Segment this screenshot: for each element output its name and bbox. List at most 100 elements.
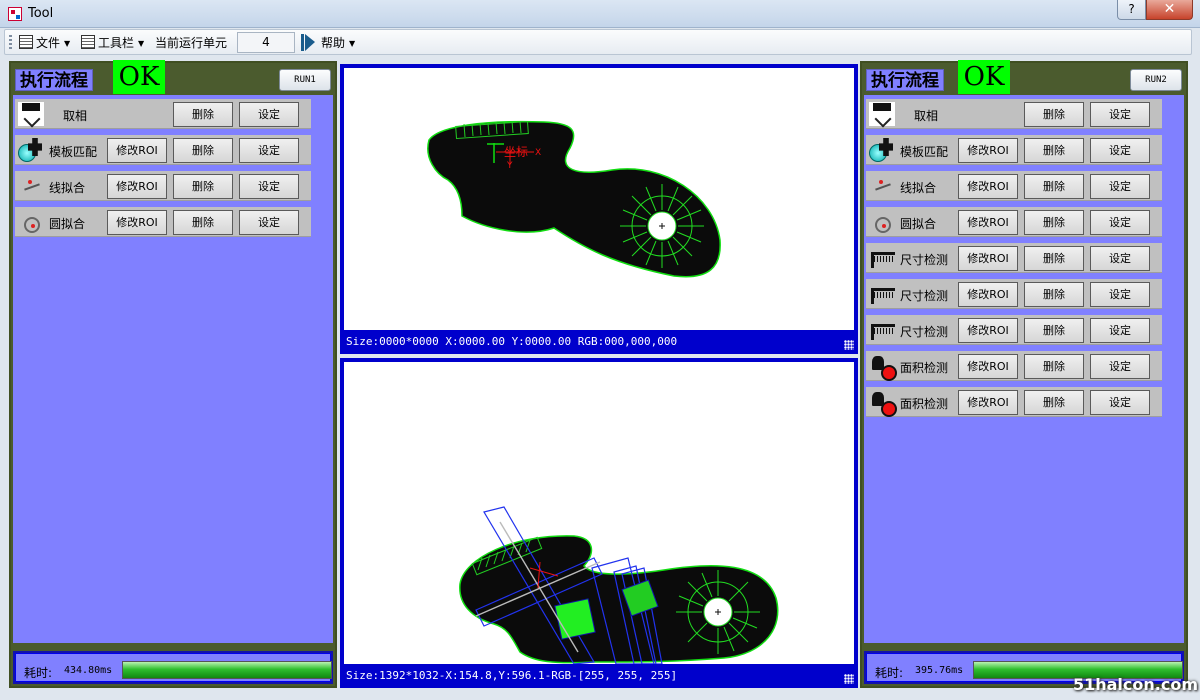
edit-roi-button[interactable]: 修改ROI [958, 318, 1018, 343]
time-label: 耗时: [875, 666, 904, 680]
settings-button[interactable]: 设定 [1090, 210, 1150, 235]
progress-bar [122, 661, 332, 679]
step-row[interactable]: 圆拟合 修改ROI 删除 设定 [866, 207, 1162, 237]
current-unit-input[interactable]: 4 [237, 32, 295, 53]
step-name: 面积检测 [900, 397, 949, 411]
delete-button[interactable]: 删除 [173, 102, 233, 127]
app-icon [8, 7, 22, 21]
settings-button[interactable]: 设定 [1090, 282, 1150, 307]
edit-roi-button[interactable]: 修改ROI [958, 246, 1018, 271]
delete-button[interactable]: 删除 [1024, 318, 1084, 343]
step-row[interactable]: 尺寸检测 修改ROI 删除 设定 [866, 315, 1162, 345]
delete-button[interactable]: 删除 [173, 138, 233, 163]
step-row[interactable]: 尺寸检测 修改ROI 删除 设定 [866, 243, 1162, 273]
area-detect-icon [869, 390, 897, 417]
delete-button[interactable]: 删除 [1024, 390, 1084, 415]
run1-button[interactable]: RUN1 [279, 69, 331, 91]
toolbar-menu[interactable]: 工具栏 ▼ [81, 34, 144, 52]
status-badge: OK [113, 60, 165, 94]
step-name: 圆拟合 [49, 217, 86, 231]
delete-button[interactable]: 删除 [1024, 210, 1084, 235]
image-viewer-bottom: Size:1392*1032-X:154.8,Y:596.1-RGB-[255,… [340, 358, 858, 688]
step-row[interactable]: 面积检测 修改ROI 删除 设定 [866, 351, 1162, 381]
settings-button[interactable]: 设定 [239, 210, 299, 235]
file-menu-label: 文件 [36, 36, 61, 50]
resize-grip-icon[interactable] [844, 340, 854, 350]
step-name: 面积检测 [900, 361, 949, 375]
delete-button[interactable]: 删除 [1024, 246, 1084, 271]
left-process-panel: 执行流程 OK RUN1 取相 删除 设定 模板匹配 修改ROI 删除 设定 线拟合 修改ROI… [9, 60, 337, 688]
step-row[interactable]: 圆拟合 修改ROI 删除 设定 [15, 207, 311, 237]
toolbar-icon [81, 35, 95, 49]
step-row[interactable]: 线拟合 修改ROI 删除 设定 [15, 171, 311, 201]
step-row[interactable]: 面积检测 修改ROI 删除 设定 [866, 387, 1162, 417]
ruler-icon [869, 282, 895, 306]
part-image: 坐标 X Y [427, 120, 721, 278]
step-row[interactable]: 模板匹配 修改ROI 删除 设定 [866, 135, 1162, 165]
edit-roi-button[interactable]: 修改ROI [958, 282, 1018, 307]
settings-button[interactable]: 设定 [239, 138, 299, 163]
edit-roi-button[interactable]: 修改ROI [107, 174, 167, 199]
edit-roi-button[interactable]: 修改ROI [958, 138, 1018, 163]
run-icon[interactable] [301, 34, 315, 51]
delete-button[interactable]: 删除 [1024, 174, 1084, 199]
current-unit-label: 当前运行单元 [155, 36, 228, 50]
edit-roi-button[interactable]: 修改ROI [958, 390, 1018, 415]
help-menu-label: 帮助 [321, 36, 346, 50]
edit-roi-button[interactable]: 修改ROI [958, 354, 1018, 379]
settings-button[interactable]: 设定 [1090, 174, 1150, 199]
step-row[interactable]: 取相 删除 设定 [15, 99, 311, 129]
close-button[interactable]: ✕ [1146, 0, 1193, 20]
step-list: 取相 删除 设定 模板匹配 修改ROI 删除 设定 线拟合 修改ROI 删除 设定 圆拟合 修改ROI 删… [864, 95, 1184, 643]
delete-button[interactable]: 删除 [1024, 282, 1084, 307]
circle-roi-ring [620, 184, 704, 268]
settings-button[interactable]: 设定 [1090, 102, 1150, 127]
settings-button[interactable]: 设定 [239, 174, 299, 199]
help-button[interactable]: ? [1117, 0, 1146, 20]
status-badge: OK [958, 60, 1010, 94]
delete-button[interactable]: 删除 [1024, 354, 1084, 379]
settings-button[interactable]: 设定 [1090, 318, 1150, 343]
step-name: 模板匹配 [900, 145, 949, 159]
area-region [554, 598, 596, 640]
delete-button[interactable]: 删除 [1024, 102, 1084, 127]
settings-button[interactable]: 设定 [1090, 390, 1150, 415]
toolbar: 文件 ▼ 工具栏 ▼ 当前运行单元 4 帮助 ▼ [4, 29, 1192, 55]
time-value: 395.76ms [915, 665, 964, 676]
step-name: 圆拟合 [900, 217, 937, 231]
edit-roi-button[interactable]: 修改ROI [958, 174, 1018, 199]
settings-button[interactable]: 设定 [239, 102, 299, 127]
coordinate-label: 坐标 [504, 145, 528, 159]
help-menu[interactable]: 帮助 ▼ [321, 34, 355, 52]
settings-button[interactable]: 设定 [1090, 138, 1150, 163]
timing-footer: 耗时: 434.80ms [13, 651, 333, 684]
run2-button[interactable]: RUN2 [1130, 69, 1182, 91]
circle-fit-icon [869, 210, 895, 234]
step-row[interactable]: 取相 删除 设定 [866, 99, 1162, 129]
chevron-down-icon: ▼ [138, 39, 145, 48]
resize-grip-icon[interactable] [844, 674, 854, 684]
delete-button[interactable]: 删除 [173, 210, 233, 235]
step-row[interactable]: 尺寸检测 修改ROI 删除 设定 [866, 279, 1162, 309]
step-name: 取相 [63, 109, 88, 123]
ruler-icon [869, 318, 895, 342]
edit-roi-button[interactable]: 修改ROI [107, 210, 167, 235]
file-menu[interactable]: 文件 ▼ [19, 34, 70, 52]
area-detect-icon [869, 354, 897, 381]
step-row[interactable]: 模板匹配 修改ROI 删除 设定 [15, 135, 311, 165]
settings-button[interactable]: 设定 [1090, 354, 1150, 379]
toolbar-menu-label: 工具栏 [98, 36, 135, 50]
progress-fill [123, 662, 331, 678]
toolbar-grip[interactable] [9, 35, 12, 50]
edit-roi-button[interactable]: 修改ROI [107, 138, 167, 163]
step-name: 尺寸检测 [900, 253, 949, 267]
image-canvas[interactable]: 坐标 X Y [344, 68, 854, 330]
settings-button[interactable]: 设定 [1090, 246, 1150, 271]
edit-roi-button[interactable]: 修改ROI [958, 210, 1018, 235]
step-row[interactable]: 线拟合 修改ROI 删除 设定 [866, 171, 1162, 201]
delete-button[interactable]: 删除 [173, 174, 233, 199]
viewer-status-bar: Size:1392*1032-X:154.8,Y:596.1-RGB-[255,… [344, 666, 854, 685]
image-canvas[interactable] [344, 362, 854, 664]
delete-button[interactable]: 删除 [1024, 138, 1084, 163]
image-viewer-top: 坐标 X Y Size:0000*0000 X:0000.00 Y:0000.0… [340, 64, 858, 354]
